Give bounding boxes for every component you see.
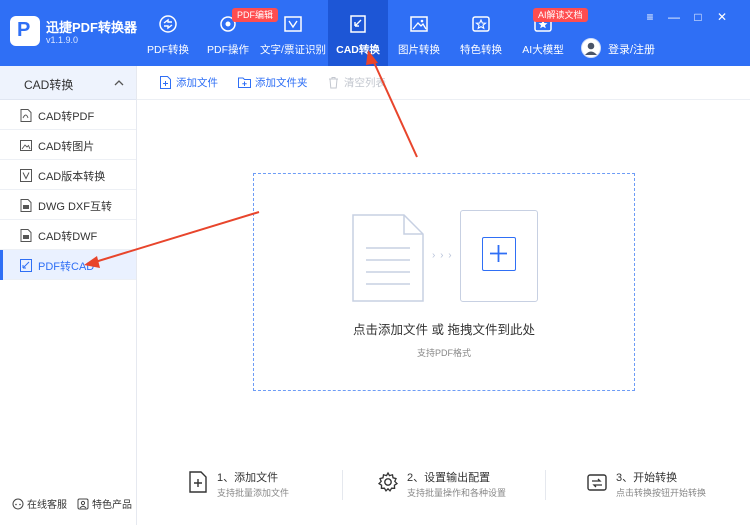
sidebar-item-label: CAD转DWF xyxy=(38,231,98,243)
dwg-file-icon xyxy=(20,199,32,212)
user-icon xyxy=(585,42,597,55)
headset-icon xyxy=(12,498,24,510)
drop-zone-subtitle: 支持PDF格式 xyxy=(416,348,471,358)
nav-label: 文字/票证识别 xyxy=(260,44,326,56)
ai-doc-badge: AI解读文档 xyxy=(533,8,588,22)
maximize-button[interactable]: □ xyxy=(691,10,705,24)
nav-text-recognition[interactable]: 文字/票证识别 xyxy=(260,0,326,66)
add-file-box[interactable] xyxy=(460,210,538,302)
step-title: 1、添加文件 xyxy=(217,472,279,484)
featured-products-button[interactable]: 特色产品 xyxy=(77,496,132,511)
sidebar-item-label: DWG DXF互转 xyxy=(38,201,112,213)
close-button[interactable]: ✕ xyxy=(715,10,729,24)
nav-cad-convert[interactable]: CAD转换 xyxy=(328,0,388,66)
document-icon xyxy=(352,214,424,302)
nav-pdf-convert[interactable]: PDF转换 xyxy=(140,0,196,66)
step-desc: 支持批量操作和各种设置 xyxy=(407,488,507,498)
sidebar-header[interactable]: CAD转换 xyxy=(0,66,136,100)
menu-icon[interactable]: ≡ xyxy=(643,10,657,24)
app-logo: P xyxy=(10,16,40,46)
nav-label: 特色转换 xyxy=(460,44,502,56)
top-bar: P 迅捷PDF转换器 v1.1.9.0 PDF转换 PDF操作 PDF编辑 文字… xyxy=(0,0,750,66)
toolbar: 添加文件 添加文件夹 清空列表 xyxy=(137,66,750,100)
nav-label: PDF操作 xyxy=(207,44,249,56)
sidebar-item-label: CAD版本转换 xyxy=(38,171,106,183)
file-drop-zone[interactable]: › › › 点击添加文件 或 拖拽文件到此处 支持PDF格式 xyxy=(253,173,635,391)
add-file-icon xyxy=(160,76,171,89)
sidebar-item-cad-to-pdf[interactable]: CAD转PDF xyxy=(0,100,136,130)
step-desc: 点击转换按钮开始转换 xyxy=(616,488,707,498)
arrow-dots-icon: › › › xyxy=(432,250,453,261)
app-name: 迅捷PDF转换器 xyxy=(46,20,138,35)
sidebar-item-dwg-dxf[interactable]: DWG DXF互转 xyxy=(0,190,136,220)
version-icon xyxy=(20,169,32,182)
add-file-button[interactable]: 添加文件 xyxy=(159,75,218,91)
divider xyxy=(545,470,546,500)
nav-label: AI大模型 xyxy=(522,44,564,56)
app-version: v1.1.9.0 xyxy=(46,35,79,45)
image-file-icon xyxy=(20,140,32,151)
sidebar-item-cad-to-dwf[interactable]: CAD转DWF xyxy=(0,220,136,250)
special-convert-icon xyxy=(472,16,490,32)
nav-image-convert[interactable]: 图片转换 xyxy=(390,0,448,66)
drop-zone-title: 点击添加文件 或 拖拽文件到此处 xyxy=(353,323,535,337)
add-folder-icon xyxy=(238,77,251,88)
text-recognition-icon xyxy=(284,16,302,32)
plus-icon xyxy=(490,245,507,262)
pdf-file-icon xyxy=(20,109,32,122)
step-desc: 支持批量添加文件 xyxy=(217,488,290,498)
gear-icon xyxy=(377,471,399,492)
cad-convert-icon xyxy=(350,15,366,33)
nav-label: 图片转换 xyxy=(398,44,440,56)
sidebar: CAD转换 CAD转PDF CAD转图片 CAD版本转换 DWG DXF互转 C… xyxy=(0,66,137,525)
nav-special-convert[interactable]: 特色转换 xyxy=(452,0,510,66)
add-document-icon xyxy=(189,471,207,493)
nav-label: PDF转换 xyxy=(147,44,189,56)
pdf-convert-icon xyxy=(159,15,177,33)
step-title: 2、设置输出配置 xyxy=(407,472,491,484)
login-label: 登录/注册 xyxy=(608,44,656,56)
add-folder-label: 添加文件夹 xyxy=(255,77,308,89)
sidebar-header-label: CAD转换 xyxy=(24,78,74,92)
add-file-label: 添加文件 xyxy=(176,77,218,89)
sidebar-item-label: CAD转PDF xyxy=(38,111,95,123)
sidebar-item-label: PDF转CAD xyxy=(38,261,95,273)
dwf-file-icon xyxy=(20,229,32,242)
add-square xyxy=(482,237,516,271)
divider xyxy=(342,470,343,500)
clear-list-button[interactable]: 清空列表 xyxy=(327,75,386,91)
sidebar-item-pdf-to-cad[interactable]: PDF转CAD xyxy=(0,250,136,280)
featured-products-label: 特色产品 xyxy=(92,500,132,511)
products-icon xyxy=(77,498,89,510)
trash-icon xyxy=(329,77,338,89)
chevron-up-icon xyxy=(114,80,124,86)
image-convert-icon xyxy=(410,16,428,32)
clear-list-label: 清空列表 xyxy=(344,77,386,89)
cad-file-icon xyxy=(20,259,32,272)
sidebar-item-label: CAD转图片 xyxy=(38,141,95,153)
step-title: 3、开始转换 xyxy=(616,472,678,484)
minimize-button[interactable]: — xyxy=(667,10,681,24)
avatar xyxy=(581,38,601,58)
convert-icon xyxy=(587,474,607,491)
online-service-button[interactable]: 在线客服 xyxy=(12,496,67,511)
sidebar-item-cad-version[interactable]: CAD版本转换 xyxy=(0,160,136,190)
sidebar-item-cad-to-image[interactable]: CAD转图片 xyxy=(0,130,136,160)
online-service-label: 在线客服 xyxy=(27,500,67,511)
add-folder-button[interactable]: 添加文件夹 xyxy=(238,75,308,91)
nav-label: CAD转换 xyxy=(336,44,380,56)
